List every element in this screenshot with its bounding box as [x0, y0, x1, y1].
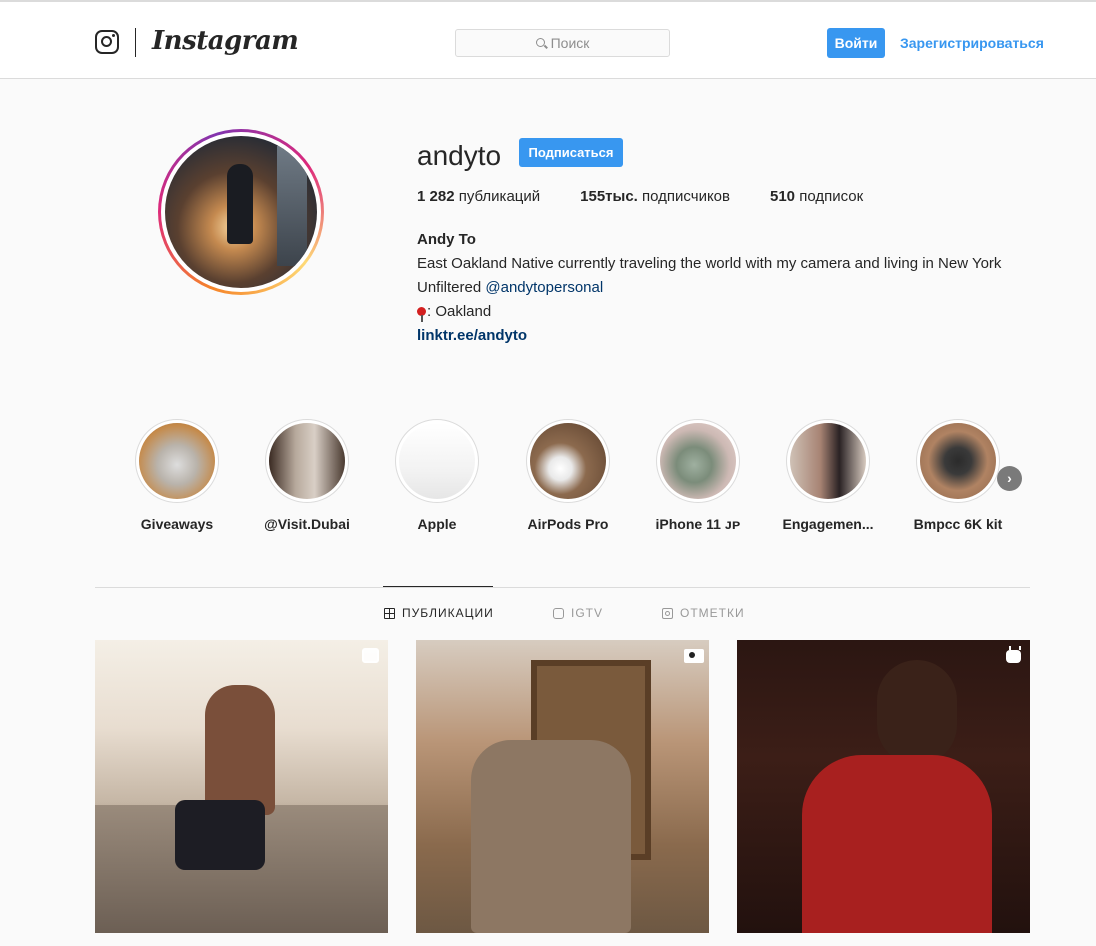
highlight-cover — [139, 423, 215, 499]
highlight-giveaways[interactable]: Giveaways — [135, 419, 219, 532]
followers-label: подписчиков — [642, 188, 730, 205]
highlight-cover — [269, 423, 345, 499]
highlight-cover — [790, 423, 866, 499]
search-icon — [535, 37, 545, 47]
chevron-right-icon[interactable]: › — [997, 466, 1022, 491]
bio-unfiltered-text: Unfiltered — [417, 279, 486, 296]
logo-divider — [135, 28, 136, 57]
profile-stats: 1 282 публикаций 155тыс. подписчиков 510… — [417, 188, 903, 205]
igtv-icon — [553, 607, 564, 619]
search-input[interactable]: Поиск — [455, 29, 670, 57]
igtv-icon — [1006, 650, 1021, 663]
active-tab-indicator — [383, 586, 493, 587]
tab-label: ОТМЕТКИ — [680, 606, 745, 620]
bio-location-line: : Oakland — [417, 300, 1017, 324]
instagram-wordmark[interactable]: Instagram — [152, 26, 299, 56]
full-name: Andy To — [417, 231, 476, 248]
posts-count-stat: 1 282 публикаций — [417, 188, 540, 205]
tab-tagged[interactable]: ОТМЕТКИ — [662, 606, 745, 620]
tab-igtv[interactable]: IGTV — [553, 606, 603, 620]
highlight-label: Giveaways — [140, 516, 214, 532]
followers-count: 155тыс. — [580, 188, 638, 205]
login-button[interactable]: Войти — [827, 28, 885, 58]
tab-posts[interactable]: ПУБЛИКАЦИИ — [384, 606, 494, 620]
tagged-icon — [662, 607, 673, 619]
instagram-camera-icon[interactable] — [95, 30, 119, 54]
highlight-label: iPhone 11 ᴊᴘ — [655, 516, 741, 532]
highlight-cover — [530, 423, 606, 499]
highlight-visit-dubai[interactable]: @Visit.Dubai — [264, 419, 350, 532]
highlight-apple[interactable]: Apple — [395, 419, 479, 532]
avatar-photo — [165, 136, 317, 288]
pushpin-icon — [417, 307, 426, 322]
follow-button[interactable]: Подписаться — [519, 138, 623, 167]
highlight-engagement[interactable]: Engagemen... — [782, 419, 874, 532]
tabs-divider — [95, 587, 1030, 588]
post-thumbnail[interactable] — [737, 640, 1030, 933]
highlight-label: Bmpcc 6K kit — [913, 516, 1003, 532]
bio-description: East Oakland Native currently traveling … — [417, 255, 1002, 272]
grid-icon — [384, 607, 395, 619]
profile-bio: Andy To East Oakland Native currently tr… — [417, 228, 1017, 348]
bio-unfiltered-line: Unfiltered @andytopersonal — [417, 276, 1017, 300]
following-count: 510 — [770, 188, 796, 205]
post-thumbnail[interactable] — [416, 640, 709, 933]
tab-label: ПУБЛИКАЦИИ — [402, 606, 494, 620]
posts-label: публикаций — [458, 188, 541, 205]
highlight-airpods-pro[interactable]: AirPods Pro — [526, 419, 610, 532]
highlight-cover — [660, 423, 736, 499]
highlight-cover — [399, 423, 475, 499]
profile-username: andyto — [417, 140, 502, 171]
tab-label: IGTV — [571, 606, 604, 620]
highlight-label: AirPods Pro — [527, 516, 609, 532]
search-placeholder: Поиск — [550, 35, 590, 51]
top-navigation-bar: Instagram Поиск Войти Зарегистрироваться — [0, 0, 1096, 79]
post-thumbnail[interactable] — [95, 640, 388, 933]
followers-stat[interactable]: 155тыс. подписчиков — [580, 188, 730, 205]
highlight-iphone-11[interactable]: iPhone 11 ᴊᴘ — [656, 419, 740, 532]
video-icon — [684, 649, 704, 663]
highlight-cover — [920, 423, 996, 499]
bio-location: : Oakland — [427, 303, 492, 320]
highlight-label: Engagemen... — [782, 516, 874, 532]
following-stat[interactable]: 510 подписок — [770, 188, 863, 205]
multi-photo-icon — [362, 648, 379, 663]
mention-link[interactable]: @andytopersonal — [485, 279, 603, 296]
posts-count: 1 282 — [417, 188, 455, 205]
register-link[interactable]: Зарегистрироваться — [900, 35, 1044, 51]
profile-avatar[interactable] — [158, 129, 324, 295]
external-link[interactable]: linktr.ee/andyto — [417, 327, 527, 344]
highlight-bmpcc-6k-kit[interactable]: Bmpcc 6K kit — [914, 419, 1002, 532]
highlight-label: Apple — [417, 516, 457, 532]
highlight-label: @Visit.Dubai — [264, 516, 350, 532]
following-label: подписок — [799, 188, 864, 205]
